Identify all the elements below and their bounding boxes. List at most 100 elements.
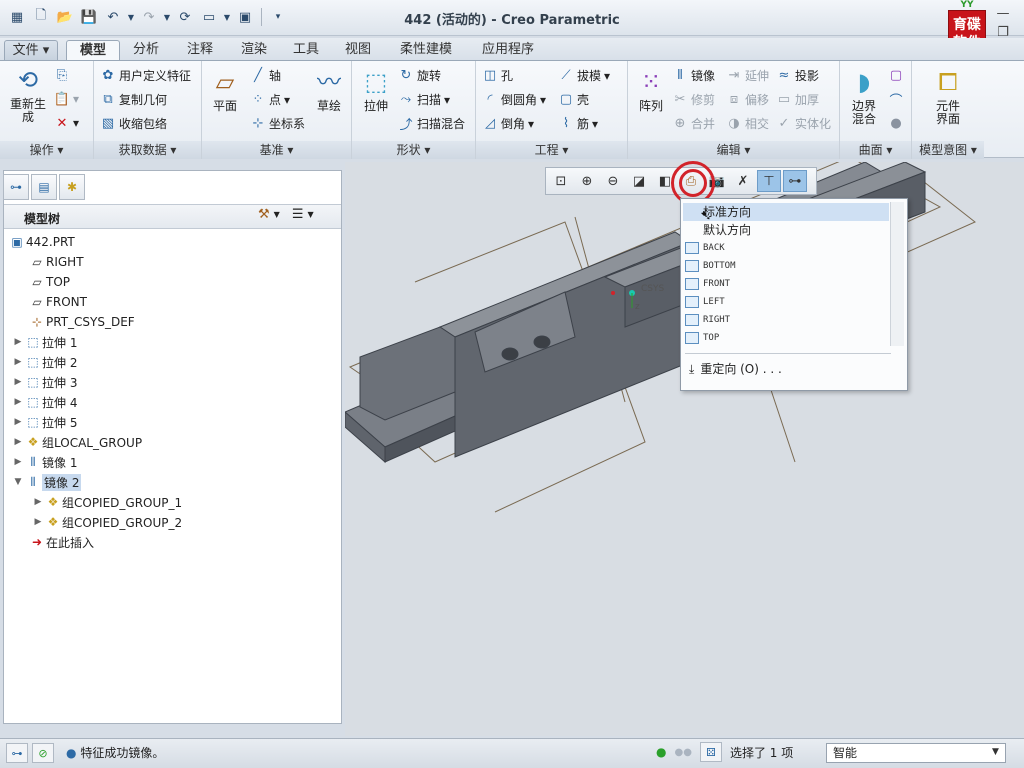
plane-button[interactable]: ▱ 平面 [206, 67, 244, 113]
refit-icon[interactable]: ⊡ [549, 170, 573, 192]
menu-item-standard-orientation[interactable]: 标准方向 [683, 203, 889, 221]
menu-item-top[interactable]: TOP [685, 329, 719, 347]
menu-item-reorient[interactable]: ⤓ 重定向 (O) . . . [689, 360, 782, 378]
sketch-button[interactable]: 〰 草绘 [310, 67, 348, 113]
annotation-display-icon[interactable]: ⊤ [757, 170, 781, 192]
selection-filter-select[interactable]: 智能 [826, 743, 1006, 763]
group-label[interactable]: 获取数据 ▾ [94, 141, 201, 159]
regenerate-button[interactable]: ⟲ 重新生成 [6, 65, 50, 124]
expand-icon[interactable]: ▶ [32, 497, 44, 507]
model-tree-tab-icon[interactable]: ⊶ [3, 174, 29, 200]
extrude-button[interactable]: ⬚ 拉伸 [356, 67, 396, 113]
hole-button[interactable]: ◫ 孔 [482, 67, 513, 84]
folder-browser-tab-icon[interactable]: ▤ [31, 174, 57, 200]
expand-icon[interactable]: ▶ [12, 357, 24, 367]
tree-item-extrude-2[interactable]: ▶ ⬚ 拉伸 2 [12, 352, 78, 372]
round-button[interactable]: ◜ 倒圆角 ▾ [482, 91, 546, 108]
expand-icon[interactable]: ▶ [12, 437, 24, 447]
mirror-button[interactable]: ⫴ 镜像 [672, 67, 715, 84]
menu-item-front[interactable]: FRONT [685, 275, 730, 293]
group-label[interactable]: 工程 ▾ [476, 141, 627, 159]
expand-icon[interactable]: ▶ [32, 517, 44, 527]
delete-button[interactable]: ✕ ▾ [54, 115, 79, 131]
project-button[interactable]: ≈ 投影 [776, 67, 819, 84]
swept-blend-button[interactable]: ⤴ 扫描混合 [398, 115, 465, 133]
chevron-down-icon[interactable]: ▼ [274, 210, 280, 219]
sweep-button[interactable]: ⤳ 扫描 ▾ [398, 91, 450, 108]
rib-button[interactable]: ⌇ 筋 ▾ [558, 115, 598, 132]
spin-center-icon[interactable]: ⊶ [783, 170, 807, 192]
minimize-icon[interactable]: — [992, 6, 1014, 21]
axis-button[interactable]: ╱ 轴 [250, 67, 281, 84]
offset-button[interactable]: ⧈ 偏移 [726, 91, 769, 108]
zoom-out-icon[interactable]: ⊖ [601, 170, 625, 192]
tab-view[interactable]: 视图 [334, 40, 382, 60]
menu-item-back[interactable]: BACK [685, 239, 725, 257]
tree-item-extrude-1[interactable]: ▶ ⬚ 拉伸 1 [12, 332, 78, 352]
thicken-button[interactable]: ▭ 加厚 [776, 91, 819, 108]
tab-annotate[interactable]: 注释 [176, 40, 224, 60]
group-label[interactable]: 模型意图 ▾ [912, 141, 984, 159]
tree-item-front[interactable]: ▱ FRONT [28, 292, 87, 312]
group-label[interactable]: 基准 ▾ [202, 141, 351, 159]
tab-file[interactable]: 文件 ▾ [4, 40, 58, 60]
group-label[interactable]: 操作 ▾ [0, 141, 93, 159]
revolve-button[interactable]: ↻ 旋转 [398, 67, 441, 84]
trim-button[interactable]: ✂ 修剪 [672, 91, 715, 108]
browser-toggle-icon[interactable]: ⊘ [32, 743, 54, 763]
expand-icon[interactable]: ▶ [12, 377, 24, 387]
point-button[interactable]: ⁘ 点 ▾ [250, 91, 291, 108]
tree-settings-icon[interactable]: ⚒ [258, 207, 270, 222]
extend-button[interactable]: ⇥ 延伸 [726, 67, 769, 84]
tree-item-extrude-4[interactable]: ▶ ⬚ 拉伸 4 [12, 392, 78, 412]
datum-display-icon[interactable]: ✗ [731, 170, 755, 192]
shrinkwrap-button[interactable]: ▧ 收缩包络 [100, 115, 167, 132]
component-interface-button[interactable]: ⧠ 元件界面 [926, 67, 970, 126]
tree-filter-icon[interactable]: ☰ [292, 207, 304, 222]
chamfer-button[interactable]: ◿ 倒角 ▾ [482, 115, 534, 132]
tree-item-top[interactable]: ▱ TOP [28, 272, 70, 292]
collapse-icon[interactable]: ▼ [12, 477, 24, 487]
boundary-blend-button[interactable]: ◗ 边界混合 [844, 67, 884, 126]
group-label[interactable]: 编辑 ▾ [628, 141, 839, 159]
menu-item-bottom[interactable]: BOTTOM [685, 257, 736, 275]
menu-item-right[interactable]: RIGHT [685, 311, 730, 329]
menu-item-left[interactable]: LEFT [685, 293, 725, 311]
tree-item-extrude-5[interactable]: ▶ ⬚ 拉伸 5 [12, 412, 78, 432]
tree-item-copied-group-2[interactable]: ▶ ❖ 组COPIED_GROUP_2 [32, 512, 183, 532]
style-button[interactable]: ⌒ [888, 91, 904, 109]
expand-icon[interactable]: ▶ [12, 337, 24, 347]
tab-analysis[interactable]: 分析 [122, 40, 170, 60]
repaint-icon[interactable]: ◪ [627, 170, 651, 192]
csys-button[interactable]: ⊹ 坐标系 [250, 115, 305, 132]
tree-item-part[interactable]: ▣ 442.PRT [8, 232, 74, 252]
copy-button[interactable]: ⎘ [54, 67, 70, 83]
tree-item-mirror-2[interactable]: ▼ ⫴ 镜像 2 [12, 472, 82, 492]
paste-button[interactable]: 📋 ▾ [54, 91, 79, 107]
menu-item-default-orientation[interactable]: 默认方向 [685, 221, 751, 239]
tree-item-extrude-3[interactable]: ▶ ⬚ 拉伸 3 [12, 372, 78, 392]
group-label[interactable]: 曲面 ▾ [840, 141, 911, 159]
tree-item-copied-group-1[interactable]: ▶ ❖ 组COPIED_GROUP_1 [32, 492, 183, 512]
tab-render[interactable]: 渲染 [230, 40, 278, 60]
fill-button[interactable]: ▢ [888, 67, 904, 83]
navigator-toggle-icon[interactable]: ⊶ [6, 743, 28, 763]
expand-icon[interactable]: ▶ [12, 457, 24, 467]
intersect-button[interactable]: ◑ 相交 [726, 115, 769, 132]
tab-tools[interactable]: 工具 [282, 40, 330, 60]
tab-applications[interactable]: 应用程序 [470, 40, 546, 60]
tree-item-local-group[interactable]: ▶ ❖ 组LOCAL_GROUP [12, 432, 143, 452]
favorites-tab-icon[interactable]: ✱ [59, 174, 85, 200]
pattern-button[interactable]: ⁙ 阵列 [632, 67, 670, 113]
udf-button[interactable]: ✿ 用户定义特征 [100, 67, 191, 84]
find-icon[interactable]: ⚄ [699, 742, 722, 762]
solidify-button[interactable]: ✓ 实体化 [776, 115, 831, 132]
tab-flexible-modeling[interactable]: 柔性建模 [388, 40, 464, 60]
chevron-down-icon[interactable]: ▼ [992, 747, 999, 757]
tree-item-csys[interactable]: ⊹ PRT_CSYS_DEF [28, 312, 135, 332]
zoom-in-icon[interactable]: ⊕ [575, 170, 599, 192]
expand-icon[interactable]: ▶ [12, 417, 24, 427]
tab-model[interactable]: 模型 [66, 40, 120, 60]
chevron-down-icon[interactable]: ▼ [307, 210, 313, 219]
group-label[interactable]: 形状 ▾ [352, 141, 475, 159]
